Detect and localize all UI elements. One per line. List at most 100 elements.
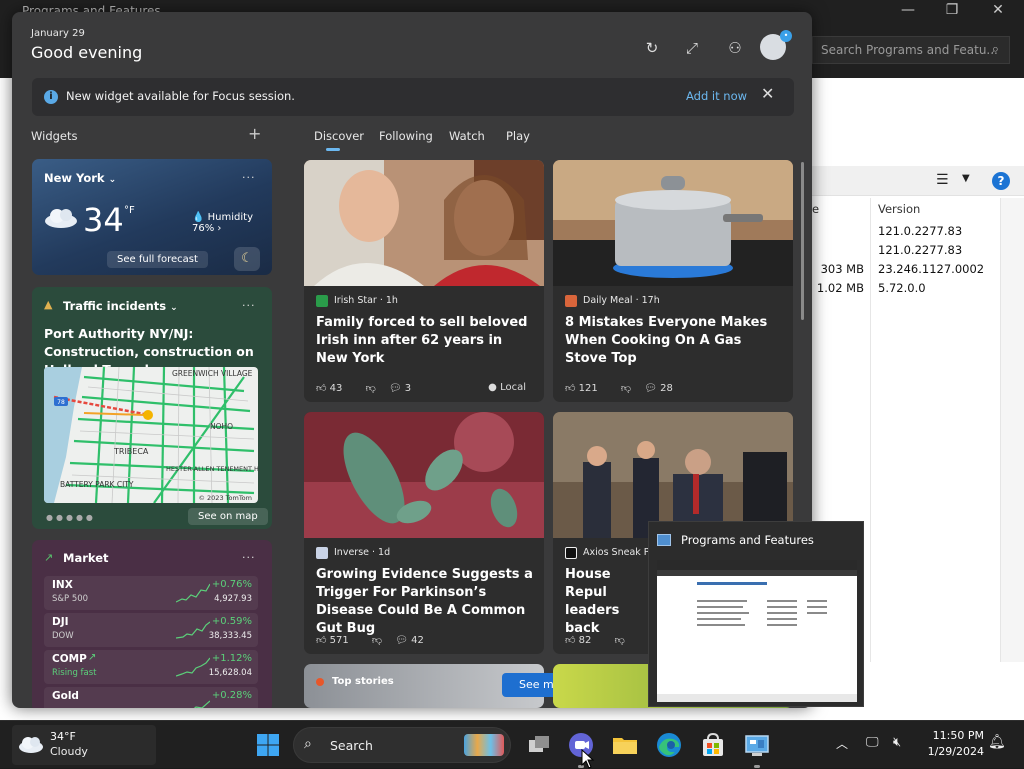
feed-scrollbar[interactable] bbox=[801, 162, 804, 320]
more-options-icon[interactable]: ··· bbox=[242, 171, 256, 184]
news-source: Irish Star · 1h bbox=[334, 295, 398, 306]
taskbar-search-box[interactable]: ⌕ Search bbox=[293, 727, 511, 763]
map-label: 78 bbox=[57, 399, 65, 406]
like-button[interactable]: 👍︎ 82 bbox=[565, 635, 601, 646]
news-headline[interactable]: House Repul leaders back bbox=[565, 566, 655, 638]
windows-start-icon[interactable] bbox=[256, 733, 280, 757]
tab-following[interactable]: Following bbox=[379, 129, 433, 143]
news-reactions: 👍︎ 82 👎︎ bbox=[565, 634, 635, 646]
people-icon[interactable]: ⚇ bbox=[725, 38, 745, 58]
source-logo-icon bbox=[565, 295, 577, 307]
taskbar-weather-button[interactable]: 34°F Cloudy bbox=[12, 725, 156, 765]
dislike-button[interactable]: 👎︎ bbox=[621, 383, 631, 394]
add-it-now-link[interactable]: Add it now bbox=[686, 89, 747, 103]
market-row[interactable]: INX S&P 500 +0.76% 4,927.93 bbox=[44, 576, 258, 610]
map-label: NOHO bbox=[210, 422, 233, 431]
clock-date[interactable]: 1/29/2024 bbox=[920, 745, 984, 758]
window-thumbnail[interactable] bbox=[657, 560, 857, 702]
clock-time[interactable]: 11:50 PM bbox=[920, 729, 984, 742]
news-headline[interactable]: Growing Evidence Suggests a Trigger For … bbox=[316, 566, 536, 638]
focus-session-banner: i New widget available for Focus session… bbox=[32, 78, 794, 116]
add-widget-icon[interactable]: + bbox=[248, 124, 261, 143]
news-image bbox=[553, 160, 793, 286]
dislike-button[interactable]: 👎︎ bbox=[366, 383, 376, 394]
weather-widget[interactable]: New York ⌄ ··· 34 °F 💧 Humidity 76% › Se… bbox=[32, 159, 272, 275]
comment-button[interactable]: 💬︎ 42 bbox=[395, 635, 434, 646]
more-options-icon[interactable]: ··· bbox=[242, 551, 256, 564]
view-options-icon[interactable]: ☰ bbox=[936, 172, 949, 188]
version-column-header[interactable]: Version bbox=[878, 202, 920, 216]
see-on-map-button[interactable]: See on map bbox=[188, 508, 268, 525]
list-scrollbar[interactable] bbox=[1000, 198, 1024, 662]
market-row[interactable]: Gold +0.28% bbox=[44, 687, 258, 708]
like-button[interactable]: 👍︎ 43 bbox=[316, 383, 352, 394]
close-icon[interactable]: ✕ bbox=[978, 2, 1018, 18]
more-options-icon[interactable]: ··· bbox=[242, 299, 256, 312]
news-headline[interactable]: 8 Mistakes Everyone Makes When Cooking O… bbox=[565, 314, 785, 368]
news-image bbox=[304, 412, 544, 538]
traffic-widget[interactable]: ▲ Traffic incidents ⌄ ··· Port Authority… bbox=[32, 287, 272, 529]
weather-temperature: 34 bbox=[83, 201, 124, 239]
news-card[interactable]: Inverse · 1d Growing Evidence Suggests a… bbox=[304, 412, 544, 654]
search-highlight-icon bbox=[464, 734, 504, 756]
top-stories-icon bbox=[316, 678, 324, 686]
file-explorer-icon[interactable] bbox=[611, 731, 639, 759]
maximize-icon[interactable]: ❐ bbox=[932, 2, 972, 18]
close-icon[interactable]: ✕ bbox=[761, 84, 774, 103]
dislike-button[interactable]: 👎︎ bbox=[615, 635, 625, 646]
sparkline-icon bbox=[176, 621, 210, 639]
market-title: Market bbox=[63, 551, 109, 565]
programs-search-input[interactable]: Search Programs and Featu... ⌕ bbox=[812, 36, 1010, 64]
info-icon: i bbox=[44, 90, 58, 104]
refresh-icon[interactable]: ↻ bbox=[642, 38, 662, 58]
source-logo-icon bbox=[565, 547, 577, 559]
tab-play[interactable]: Play bbox=[506, 129, 530, 143]
map-label: BATTERY PARK CITY bbox=[60, 480, 134, 489]
market-row[interactable]: COMP ↗ Rising fast +1.12% 15,628.04 bbox=[44, 650, 258, 684]
task-view-icon[interactable] bbox=[525, 731, 553, 759]
comment-button[interactable]: 💬︎ 28 bbox=[644, 383, 683, 394]
map-label: GREENWICH VILLAGE bbox=[172, 369, 253, 378]
news-card[interactable]: Daily Meal · 17h 8 Mistakes Everyone Mak… bbox=[553, 160, 793, 402]
network-icon[interactable]: 🖵︎ bbox=[866, 735, 879, 750]
notification-bell-icon[interactable]: 🔔︎ bbox=[988, 734, 1006, 750]
like-button[interactable]: 👍︎ 571 bbox=[316, 635, 359, 646]
table-row[interactable]: 121.0.2277.83 bbox=[812, 224, 1000, 243]
dislike-button[interactable]: 👎︎ bbox=[372, 635, 382, 646]
volume-muted-icon[interactable]: 🔇︎ bbox=[893, 735, 901, 750]
minimize-icon[interactable]: — bbox=[888, 2, 928, 18]
taskbar-condition: Cloudy bbox=[50, 745, 88, 758]
market-widget[interactable]: ↗ Market ··· INX S&P 500 +0.76% 4,927.93… bbox=[32, 540, 272, 708]
taskbar-window-preview[interactable]: Programs and Features bbox=[648, 521, 864, 707]
see-full-forecast-button[interactable]: See full forecast bbox=[107, 251, 208, 268]
news-headline[interactable]: Family forced to sell beloved Irish inn … bbox=[316, 314, 536, 368]
traffic-title[interactable]: Traffic incidents ⌄ bbox=[63, 299, 178, 313]
table-row[interactable]: 303 MB 23.246.1127.0002 bbox=[812, 262, 1000, 281]
weather-location[interactable]: New York ⌄ bbox=[44, 171, 116, 185]
show-hidden-icons-icon[interactable]: ︿ bbox=[836, 735, 848, 752]
size-column-header[interactable]: e bbox=[812, 202, 819, 216]
preview-title: Programs and Features bbox=[681, 533, 814, 547]
chevron-down-icon[interactable]: ▼ bbox=[962, 173, 970, 184]
tab-watch[interactable]: Watch bbox=[449, 129, 485, 143]
traffic-map[interactable]: 78 GREENWICH VILLAGE NOHO TRIBECA HESTER… bbox=[44, 367, 258, 503]
edge-browser-icon[interactable] bbox=[655, 731, 683, 759]
cloud-icon bbox=[45, 209, 77, 228]
tab-discover[interactable]: Discover bbox=[314, 129, 364, 143]
news-card[interactable]: Irish Star · 1h Family forced to sell be… bbox=[304, 160, 544, 402]
microsoft-store-icon[interactable] bbox=[699, 731, 727, 759]
avatar[interactable]: • bbox=[760, 30, 792, 60]
help-icon[interactable]: ? bbox=[992, 172, 1010, 190]
weather-humidity[interactable]: 💧 Humidity 76% › bbox=[192, 212, 272, 234]
comment-button[interactable]: 💬︎ 3 bbox=[389, 383, 421, 394]
expand-icon[interactable]: ⤢ bbox=[682, 38, 702, 58]
carousel-dots[interactable]: ●●●●● bbox=[46, 513, 96, 522]
table-row[interactable]: 1.02 MB 5.72.0.0 bbox=[812, 281, 1000, 300]
map-attribution: © 2023 TomTom bbox=[198, 494, 252, 502]
taskbar-temperature: 34°F bbox=[50, 730, 76, 743]
market-row[interactable]: DJI DOW +0.59% 38,333.45 bbox=[44, 613, 258, 647]
sparkline-icon bbox=[193, 700, 210, 708]
control-panel-icon[interactable] bbox=[743, 731, 771, 759]
like-button[interactable]: 👍︎ 121 bbox=[565, 383, 608, 394]
table-row[interactable]: 121.0.2277.83 bbox=[812, 243, 1000, 262]
